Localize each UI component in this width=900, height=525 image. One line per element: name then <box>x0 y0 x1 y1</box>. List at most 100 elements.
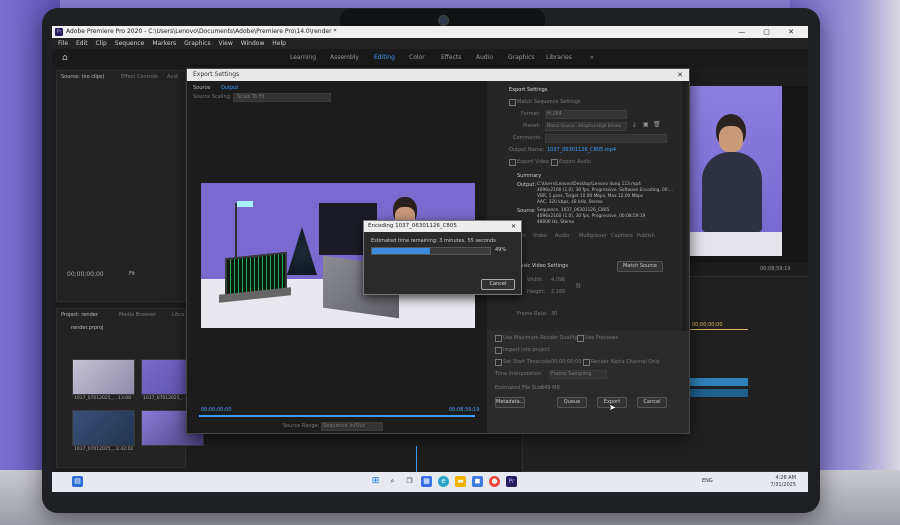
menu-sequence[interactable]: Sequence <box>115 40 145 47</box>
match-source-button[interactable]: Match Source <box>617 261 663 272</box>
save-preset-icon[interactable]: ⤓ <box>633 121 636 129</box>
playhead[interactable] <box>416 446 417 472</box>
tab-video[interactable]: Video <box>533 233 547 239</box>
menu-graphics[interactable]: Graphics <box>184 40 211 47</box>
workspace-audio[interactable]: Audio <box>476 49 493 67</box>
export-audio-checkbox[interactable] <box>551 159 558 166</box>
export-range-bar[interactable] <box>199 415 475 417</box>
tab-output-preview[interactable]: Output <box>221 85 238 91</box>
file-explorer-icon[interactable]: ▬ <box>455 476 466 487</box>
tab-source[interactable]: Source: (no clips) <box>61 74 104 80</box>
close-icon[interactable]: ✕ <box>677 69 683 81</box>
output-name-label: Output Name: <box>509 147 545 153</box>
clip-name: 1037_07012025_... <box>143 396 187 401</box>
file-size-label: Estimated File Size: <box>495 385 544 391</box>
match-sequence-label: Match Sequence Settings <box>517 99 581 105</box>
cancel-encoding-button[interactable]: Cancel <box>481 279 515 290</box>
workspace-graphics[interactable]: Graphics <box>508 49 535 67</box>
height-value[interactable]: 2,160 <box>551 289 565 295</box>
source-fit[interactable]: Fit <box>129 271 135 277</box>
close-icon[interactable]: ✕ <box>511 221 516 232</box>
delete-preset-icon[interactable]: 🗑 <box>653 121 661 128</box>
summary-heading: Summary <box>517 173 542 179</box>
menu-markers[interactable]: Markers <box>152 40 176 47</box>
start-timecode-value[interactable]: 00;00;00;00 <box>551 359 582 365</box>
tab-effect-controls[interactable]: Effect Controls <box>121 74 158 80</box>
workspace-libraries[interactable]: Libraries <box>546 49 572 67</box>
encoding-title: Encoding 1037_06301126_C805 <box>368 223 457 229</box>
workspace-learning[interactable]: Learning <box>290 49 316 67</box>
source-summary-line: 4096x2160 (1.0), 30 fps, Progressive, 00… <box>537 214 646 219</box>
match-sequence-checkbox[interactable] <box>509 99 516 106</box>
export-dialog-titlebar: Export Settings ✕ <box>187 69 689 81</box>
window-controls[interactable]: — ▢ ✕ <box>738 26 802 38</box>
task-switcher-icon[interactable]: ❐ <box>404 476 415 487</box>
person-shirt <box>702 152 762 232</box>
language-indicator[interactable]: ENG <box>702 478 713 484</box>
cancel-export-button[interactable]: Cancel <box>637 397 667 408</box>
store-icon[interactable]: ◼ <box>472 476 483 487</box>
export-video-checkbox[interactable] <box>509 159 516 166</box>
workspace-effects[interactable]: Effects <box>441 49 461 67</box>
menu-edit[interactable]: Edit <box>76 40 88 47</box>
tab-source-preview[interactable]: Source <box>193 85 210 91</box>
workspace-assembly[interactable]: Assembly <box>330 49 359 67</box>
start-timecode-checkbox[interactable] <box>495 359 502 366</box>
tab-multiplexer[interactable]: Multiplexer <box>579 233 607 239</box>
menu-view[interactable]: View <box>219 40 233 47</box>
clip-name: 1037_07012025_... <box>74 396 118 401</box>
frame-rate-value[interactable]: 30 <box>551 311 557 317</box>
tab-audio-settings[interactable]: Audio <box>555 233 569 239</box>
time-remaining-text: Estimated time remaining: 3 minutes, 55 … <box>371 238 496 244</box>
tab-project[interactable]: Project: render <box>61 312 98 318</box>
menu-file[interactable]: File <box>58 40 68 47</box>
windows-start-icon[interactable]: ⊞ <box>370 476 381 487</box>
workspace-editing[interactable]: Editing <box>374 49 395 67</box>
output-summary-line: 4096x2160 (1.0), 30 fps, Progressive, So… <box>537 188 674 193</box>
import-preset-icon[interactable]: ▣ <box>643 121 649 128</box>
menu-bar: File Edit Clip Sequence Markers Graphics… <box>52 38 808 49</box>
desk-in-video <box>688 232 782 256</box>
task-view-icon[interactable]: ▤ <box>72 476 83 487</box>
system-clock[interactable]: 4:26 AM 7/31/2025 <box>770 475 796 489</box>
widgets-icon[interactable]: ▦ <box>421 476 432 487</box>
timeline-video-clip[interactable] <box>680 378 748 386</box>
tab-captions[interactable]: Captions <box>611 233 633 239</box>
tab-libraries[interactable]: Libra <box>172 312 184 318</box>
use-previews-checkbox[interactable] <box>577 335 584 342</box>
menu-clip[interactable]: Clip <box>96 40 107 47</box>
source-range-value: Sequence In/Out <box>323 423 365 429</box>
import-project-checkbox[interactable] <box>495 347 502 354</box>
clip-thumbnail[interactable] <box>72 410 135 446</box>
queue-button[interactable]: Queue <box>557 397 587 408</box>
clock-date: 7/31/2025 <box>770 482 796 488</box>
export-timecode-right: 00;08;59;19 <box>449 407 480 413</box>
output-name-value[interactable]: 1037_06301126_C805.mp4 <box>547 147 616 153</box>
chrome-icon[interactable]: ● <box>489 476 500 487</box>
tab-publish[interactable]: Publish <box>637 233 655 239</box>
tab-audio[interactable]: Audi <box>167 74 178 80</box>
width-value[interactable]: 4,096 <box>551 277 565 283</box>
export-dialog-title: Export Settings <box>193 71 240 78</box>
mouse-cursor-icon: ➤ <box>609 403 616 412</box>
export-audio-label: Export Audio <box>559 159 592 165</box>
comments-field[interactable] <box>545 134 667 143</box>
search-icon[interactable]: ⌕ <box>387 476 398 487</box>
start-timecode-label: Set Start Timecode <box>503 359 551 365</box>
menu-help[interactable]: Help <box>272 40 286 47</box>
source-timecode: 00;00;00;00 <box>67 271 104 278</box>
premiere-taskbar-icon[interactable]: Pr <box>506 476 517 487</box>
edge-browser-icon[interactable]: e <box>438 476 449 487</box>
windows-taskbar: ▤ ⊞ ⌕ ❐ ▦ e ▬ ◼ ● Pr ENG 4:26 AM 7/31/20… <box>52 472 808 492</box>
max-render-checkbox[interactable] <box>495 335 502 342</box>
render-alpha-checkbox[interactable] <box>583 359 590 366</box>
workspace-color[interactable]: Color <box>409 49 425 67</box>
timeline-audio-clip[interactable] <box>680 389 748 397</box>
chain-link-icon[interactable]: ⛓ <box>575 283 581 289</box>
metadata-button[interactable]: Metadata... <box>495 397 525 408</box>
clip-thumbnail[interactable] <box>72 359 135 395</box>
menu-window[interactable]: Window <box>241 40 265 47</box>
home-icon[interactable]: ⌂ <box>62 49 68 67</box>
tab-media-browser[interactable]: Media Browser <box>119 312 156 318</box>
workspace-more[interactable]: » <box>590 49 594 67</box>
